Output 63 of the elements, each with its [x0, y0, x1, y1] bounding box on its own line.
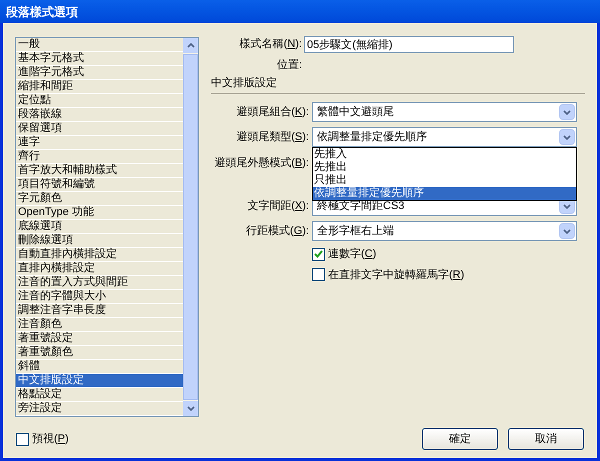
- checkbox[interactable]: [16, 432, 29, 446]
- field-label: 文字間距(X):: [246, 198, 310, 214]
- sidebar-item[interactable]: 底線選項: [16, 220, 183, 234]
- sidebar-item[interactable]: 旁注設定: [16, 402, 183, 416]
- sidebar-item[interactable]: 注音的字體與大小: [16, 290, 183, 304]
- preview-label: 預視(P): [32, 432, 69, 447]
- dropdown[interactable]: 依調整量排定優先順序: [312, 127, 577, 147]
- sidebar-item[interactable]: 調整注音字串長度: [16, 304, 183, 318]
- caret-icon: [563, 204, 571, 208]
- caret-icon: [563, 134, 571, 140]
- dropdown-arrow-button[interactable]: [559, 129, 575, 145]
- sidebar-item[interactable]: 直排內橫排設定: [16, 262, 183, 276]
- checkbox-label: 連數字(C): [328, 246, 376, 262]
- sidebar-item[interactable]: 格點設定: [16, 388, 183, 402]
- scroll-down-icon: [186, 406, 194, 411]
- sidebar-item[interactable]: OpenType 功能: [16, 206, 183, 220]
- dropdown-option[interactable]: 先推出: [313, 161, 576, 174]
- window-title: 段落樣式選項: [6, 4, 78, 20]
- sidebar-item[interactable]: 連字: [16, 136, 183, 150]
- scroll-up-icon: [186, 43, 194, 48]
- sidebar-item[interactable]: 縮排和間距: [16, 80, 183, 94]
- field-label: 避頭尾組合(K):: [235, 104, 310, 120]
- sidebar-item[interactable]: 段落嵌線: [16, 108, 183, 122]
- dropdown[interactable]: 全形字框右上端: [312, 221, 577, 241]
- dropdown-arrow-button[interactable]: [559, 223, 575, 239]
- field-label: 避頭尾外懸模式(B):: [213, 156, 310, 171]
- field-label: 行距模式(G):: [245, 224, 310, 239]
- sidebar-item[interactable]: 著重號顏色: [16, 346, 183, 360]
- sidebar-item[interactable]: 齊行: [16, 150, 183, 164]
- sidebar-item[interactable]: 基本字元格式: [16, 52, 183, 66]
- check-icon: [314, 250, 323, 258]
- sidebar-item[interactable]: 字元顏色: [16, 192, 183, 206]
- sidebar-item[interactable]: 著重號設定: [16, 332, 183, 346]
- scrollbar[interactable]: [183, 38, 198, 416]
- sidebar-item[interactable]: 定位點: [16, 94, 183, 108]
- checkbox[interactable]: [312, 248, 325, 261]
- sidebar-item[interactable]: 注音的置入方式與間距: [16, 276, 183, 290]
- location-label: 位置:: [276, 58, 303, 73]
- section-title: 中文排版設定: [211, 76, 278, 90]
- caret-icon: [563, 228, 571, 234]
- cancel-button[interactable]: 取消: [508, 428, 584, 450]
- sidebar-item[interactable]: 保留選項: [16, 122, 183, 136]
- sidebar-item[interactable]: 進階字元格式: [16, 66, 183, 80]
- dropdown-arrow-button[interactable]: [559, 104, 575, 120]
- ok-button[interactable]: 確定: [422, 428, 498, 450]
- dropdown-option[interactable]: 先推入: [313, 148, 576, 161]
- sidebar-item[interactable]: 自動直排內橫排設定: [16, 248, 183, 262]
- dropdown-option[interactable]: 依調整量排定優先順序: [313, 187, 576, 200]
- sidebar-item[interactable]: 一般: [16, 38, 183, 52]
- style-name-field[interactable]: 05步驟文(無縮排): [304, 36, 514, 53]
- sidebar-item[interactable]: 中文排版設定: [16, 374, 183, 388]
- field-label: 避頭尾類型(S):: [235, 130, 310, 145]
- sidebar-item[interactable]: 斜體: [16, 360, 183, 374]
- checkbox[interactable]: [312, 268, 325, 282]
- sidebar-item[interactable]: 項目符號和編號: [16, 178, 183, 192]
- checkbox-label: 在直排文字中旋轉羅馬字(R): [328, 268, 464, 282]
- caret-icon: [563, 110, 571, 114]
- sidebar-item[interactable]: 首字放大和輔助樣式: [16, 164, 183, 178]
- sidebar-item[interactable]: 刪除線選項: [16, 234, 183, 248]
- sidebar-item[interactable]: 注音顏色: [16, 318, 183, 332]
- style-name-label: 樣式名稱(N):: [238, 36, 303, 52]
- dropdown[interactable]: 繁體中文避頭尾: [312, 102, 577, 122]
- dropdown-option[interactable]: 只推出: [313, 174, 576, 187]
